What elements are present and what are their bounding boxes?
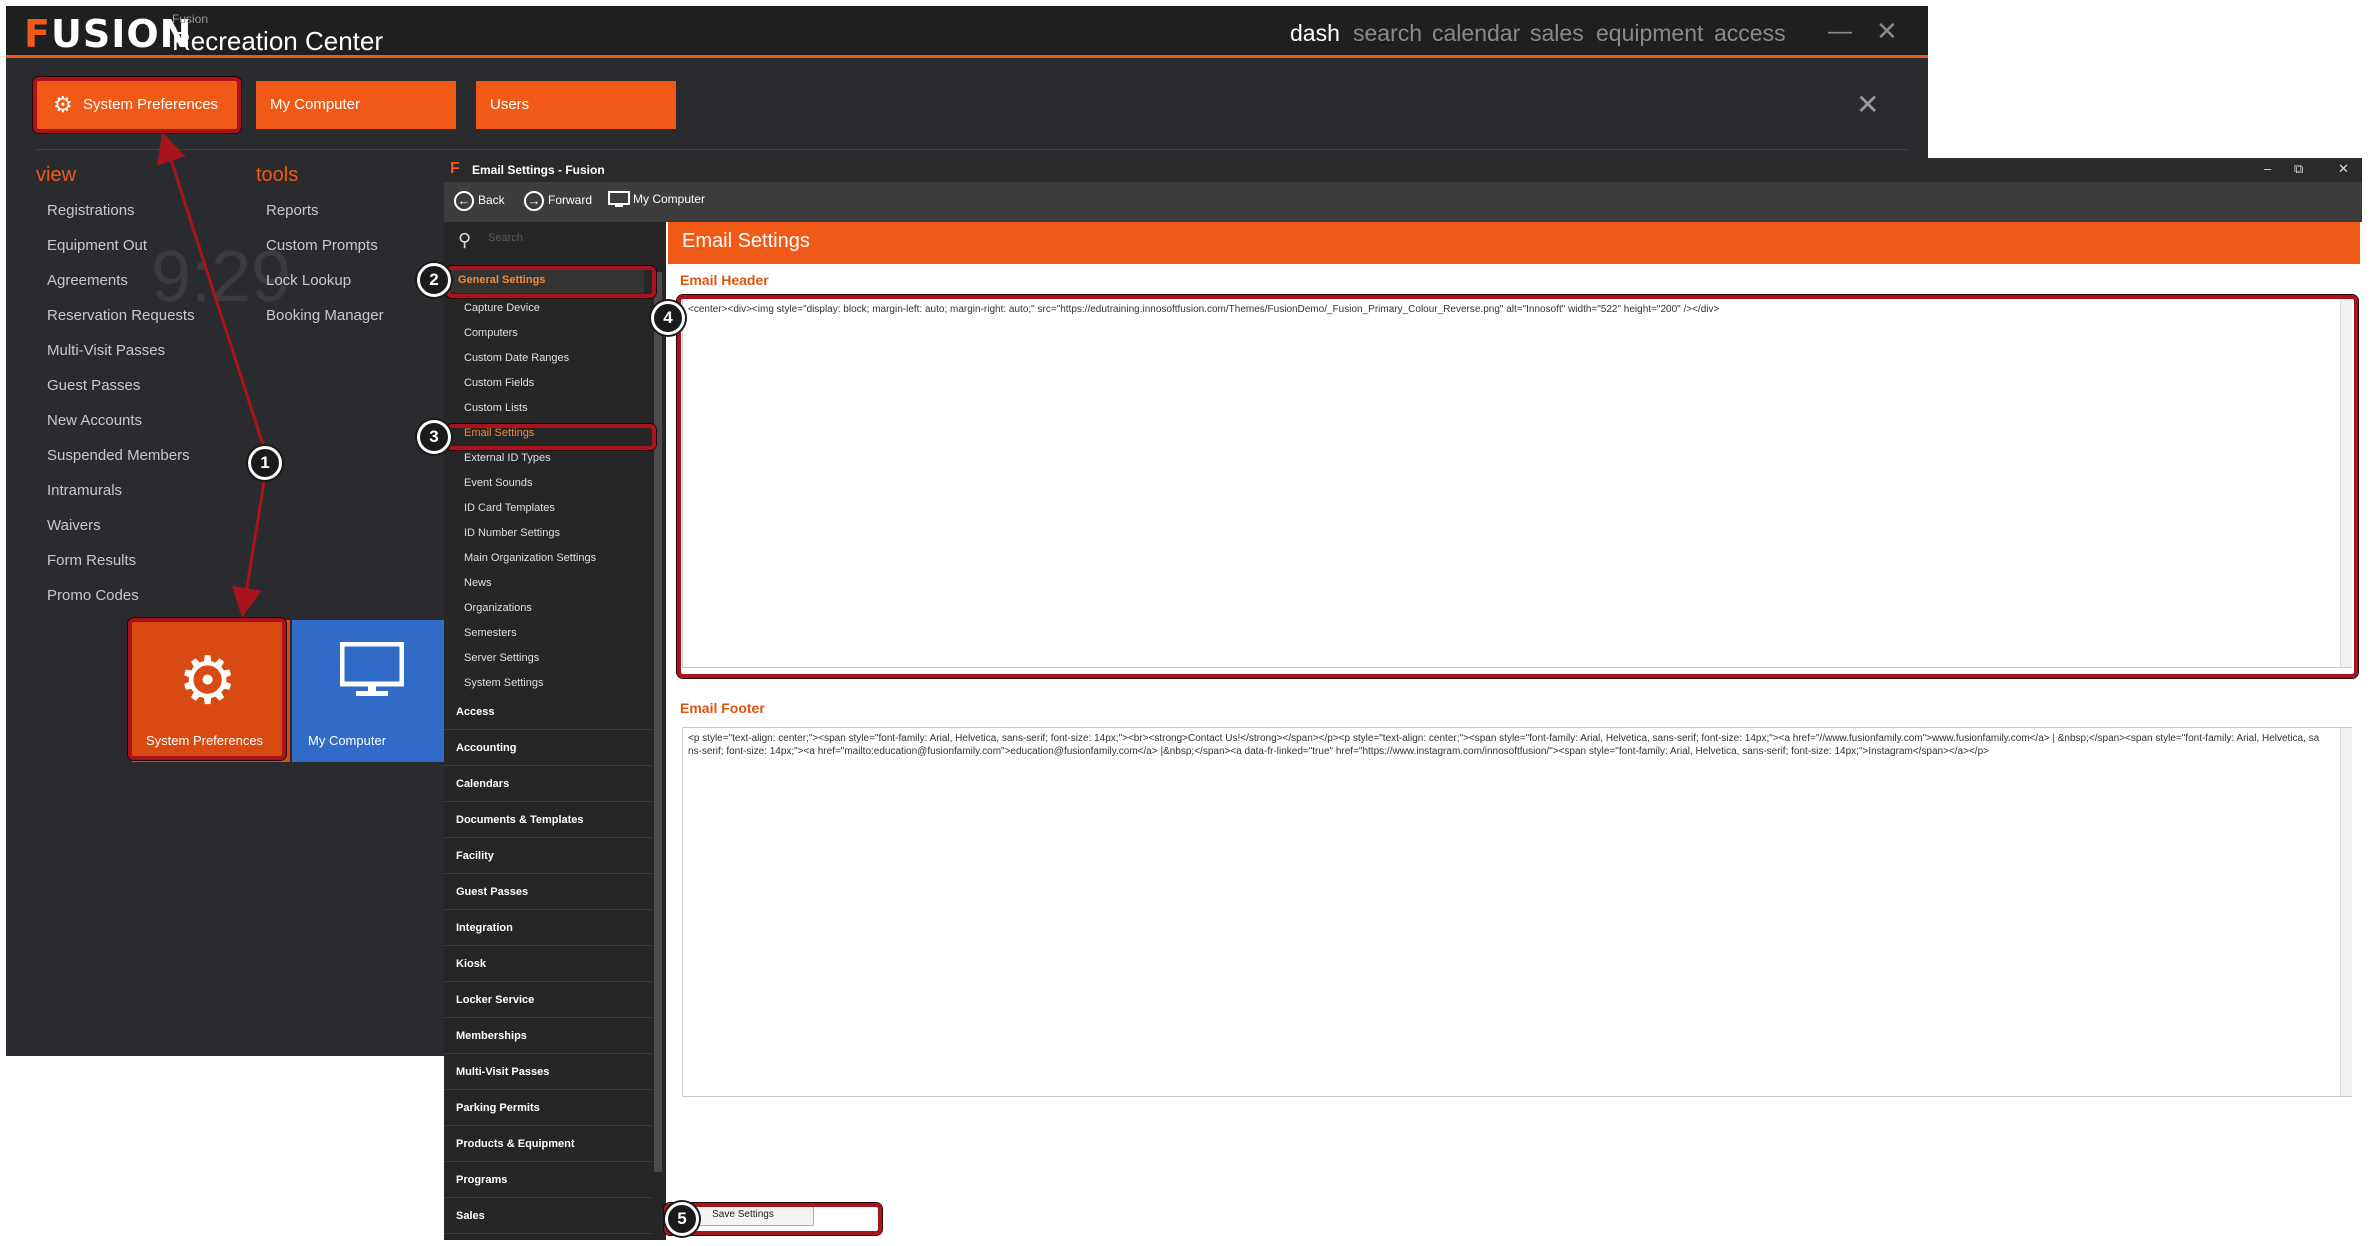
- callout-3: 3: [417, 420, 451, 454]
- highlight-email-settings: [446, 424, 656, 450]
- arrow-to-system-preferences: [157, 132, 266, 449]
- callout-4: 4: [651, 301, 685, 335]
- callout-1: 1: [248, 446, 282, 480]
- highlight-email-header: [677, 295, 2358, 678]
- arrow-to-system-tile: [232, 481, 266, 618]
- callout-2: 2: [417, 263, 451, 297]
- highlight-system-tile: [128, 618, 286, 760]
- callout-5: 5: [665, 1202, 699, 1236]
- highlight-system-preferences: [33, 77, 241, 133]
- highlight-general-settings: [446, 266, 656, 298]
